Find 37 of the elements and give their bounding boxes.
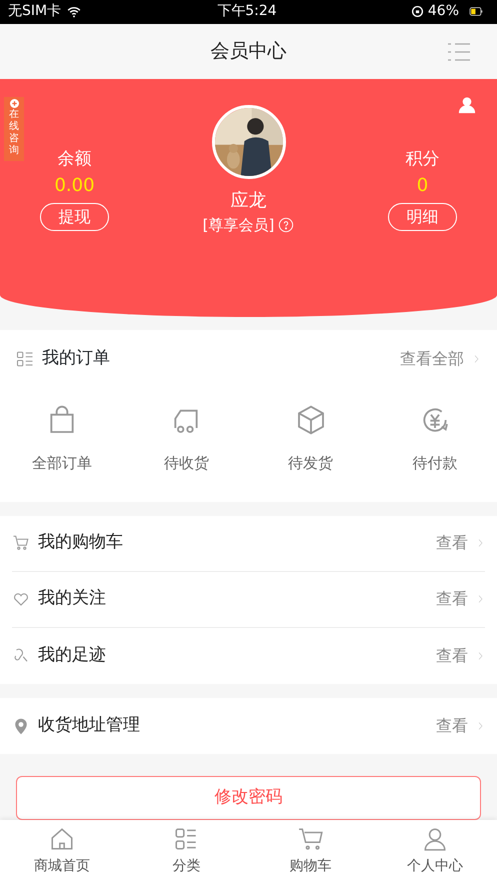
points-label: 积分 bbox=[406, 148, 440, 171]
menu-row[interactable]: 我的关注 查看 bbox=[12, 572, 485, 628]
cart-icon bbox=[298, 826, 324, 852]
tab-bar-item[interactable]: 购物车 bbox=[248, 820, 373, 883]
order-status-button[interactable]: 待收货 bbox=[124, 388, 248, 502]
menu-row[interactable]: 我的购物车 查看 bbox=[12, 516, 485, 572]
view-all-link[interactable]: 查看全部 bbox=[400, 346, 481, 371]
menu-row[interactable]: 我的足迹 查看 bbox=[12, 628, 485, 684]
order-status-button[interactable]: 待发货 bbox=[248, 388, 373, 502]
user-icon bbox=[422, 826, 448, 852]
order-status-button[interactable]: 全部订单 bbox=[0, 388, 124, 502]
points-button[interactable]: 明细 bbox=[388, 203, 457, 232]
cart-icon bbox=[12, 534, 30, 552]
page-title: 会员中心 bbox=[210, 39, 286, 64]
rotation-lock-icon bbox=[410, 5, 424, 18]
plus-icon bbox=[10, 98, 18, 108]
user-name: 应龙 bbox=[230, 188, 266, 213]
order-status-button[interactable]: 待付款 bbox=[372, 388, 497, 502]
status-time: 下午5:24 bbox=[216, 2, 278, 22]
carrier-name: 无SIM卡 bbox=[8, 2, 62, 22]
home-icon bbox=[49, 826, 76, 852]
tab-bar-item[interactable]: 分类 bbox=[124, 820, 248, 883]
wifi-icon bbox=[65, 4, 84, 19]
battery-percent: 46% bbox=[428, 2, 459, 22]
balance-label: 余额 bbox=[58, 148, 92, 171]
balance-value: 0.00 bbox=[54, 174, 95, 198]
balance-button[interactable]: 提现 bbox=[40, 203, 109, 232]
member-level: [尊享会员] bbox=[202, 214, 274, 236]
points-value: 0 bbox=[416, 174, 428, 198]
consult-tab[interactable]: 在线咨询 bbox=[4, 96, 24, 162]
user-icon[interactable] bbox=[457, 94, 477, 115]
tab-bar-item[interactable]: 个人中心 bbox=[372, 820, 497, 883]
list-icon bbox=[16, 350, 34, 368]
section-title: 我的订单 bbox=[42, 346, 111, 370]
help-icon[interactable] bbox=[278, 216, 294, 233]
change-password-button[interactable]: 修改密码 bbox=[16, 776, 481, 820]
tab-bar-item[interactable]: 商城首页 bbox=[0, 820, 124, 883]
